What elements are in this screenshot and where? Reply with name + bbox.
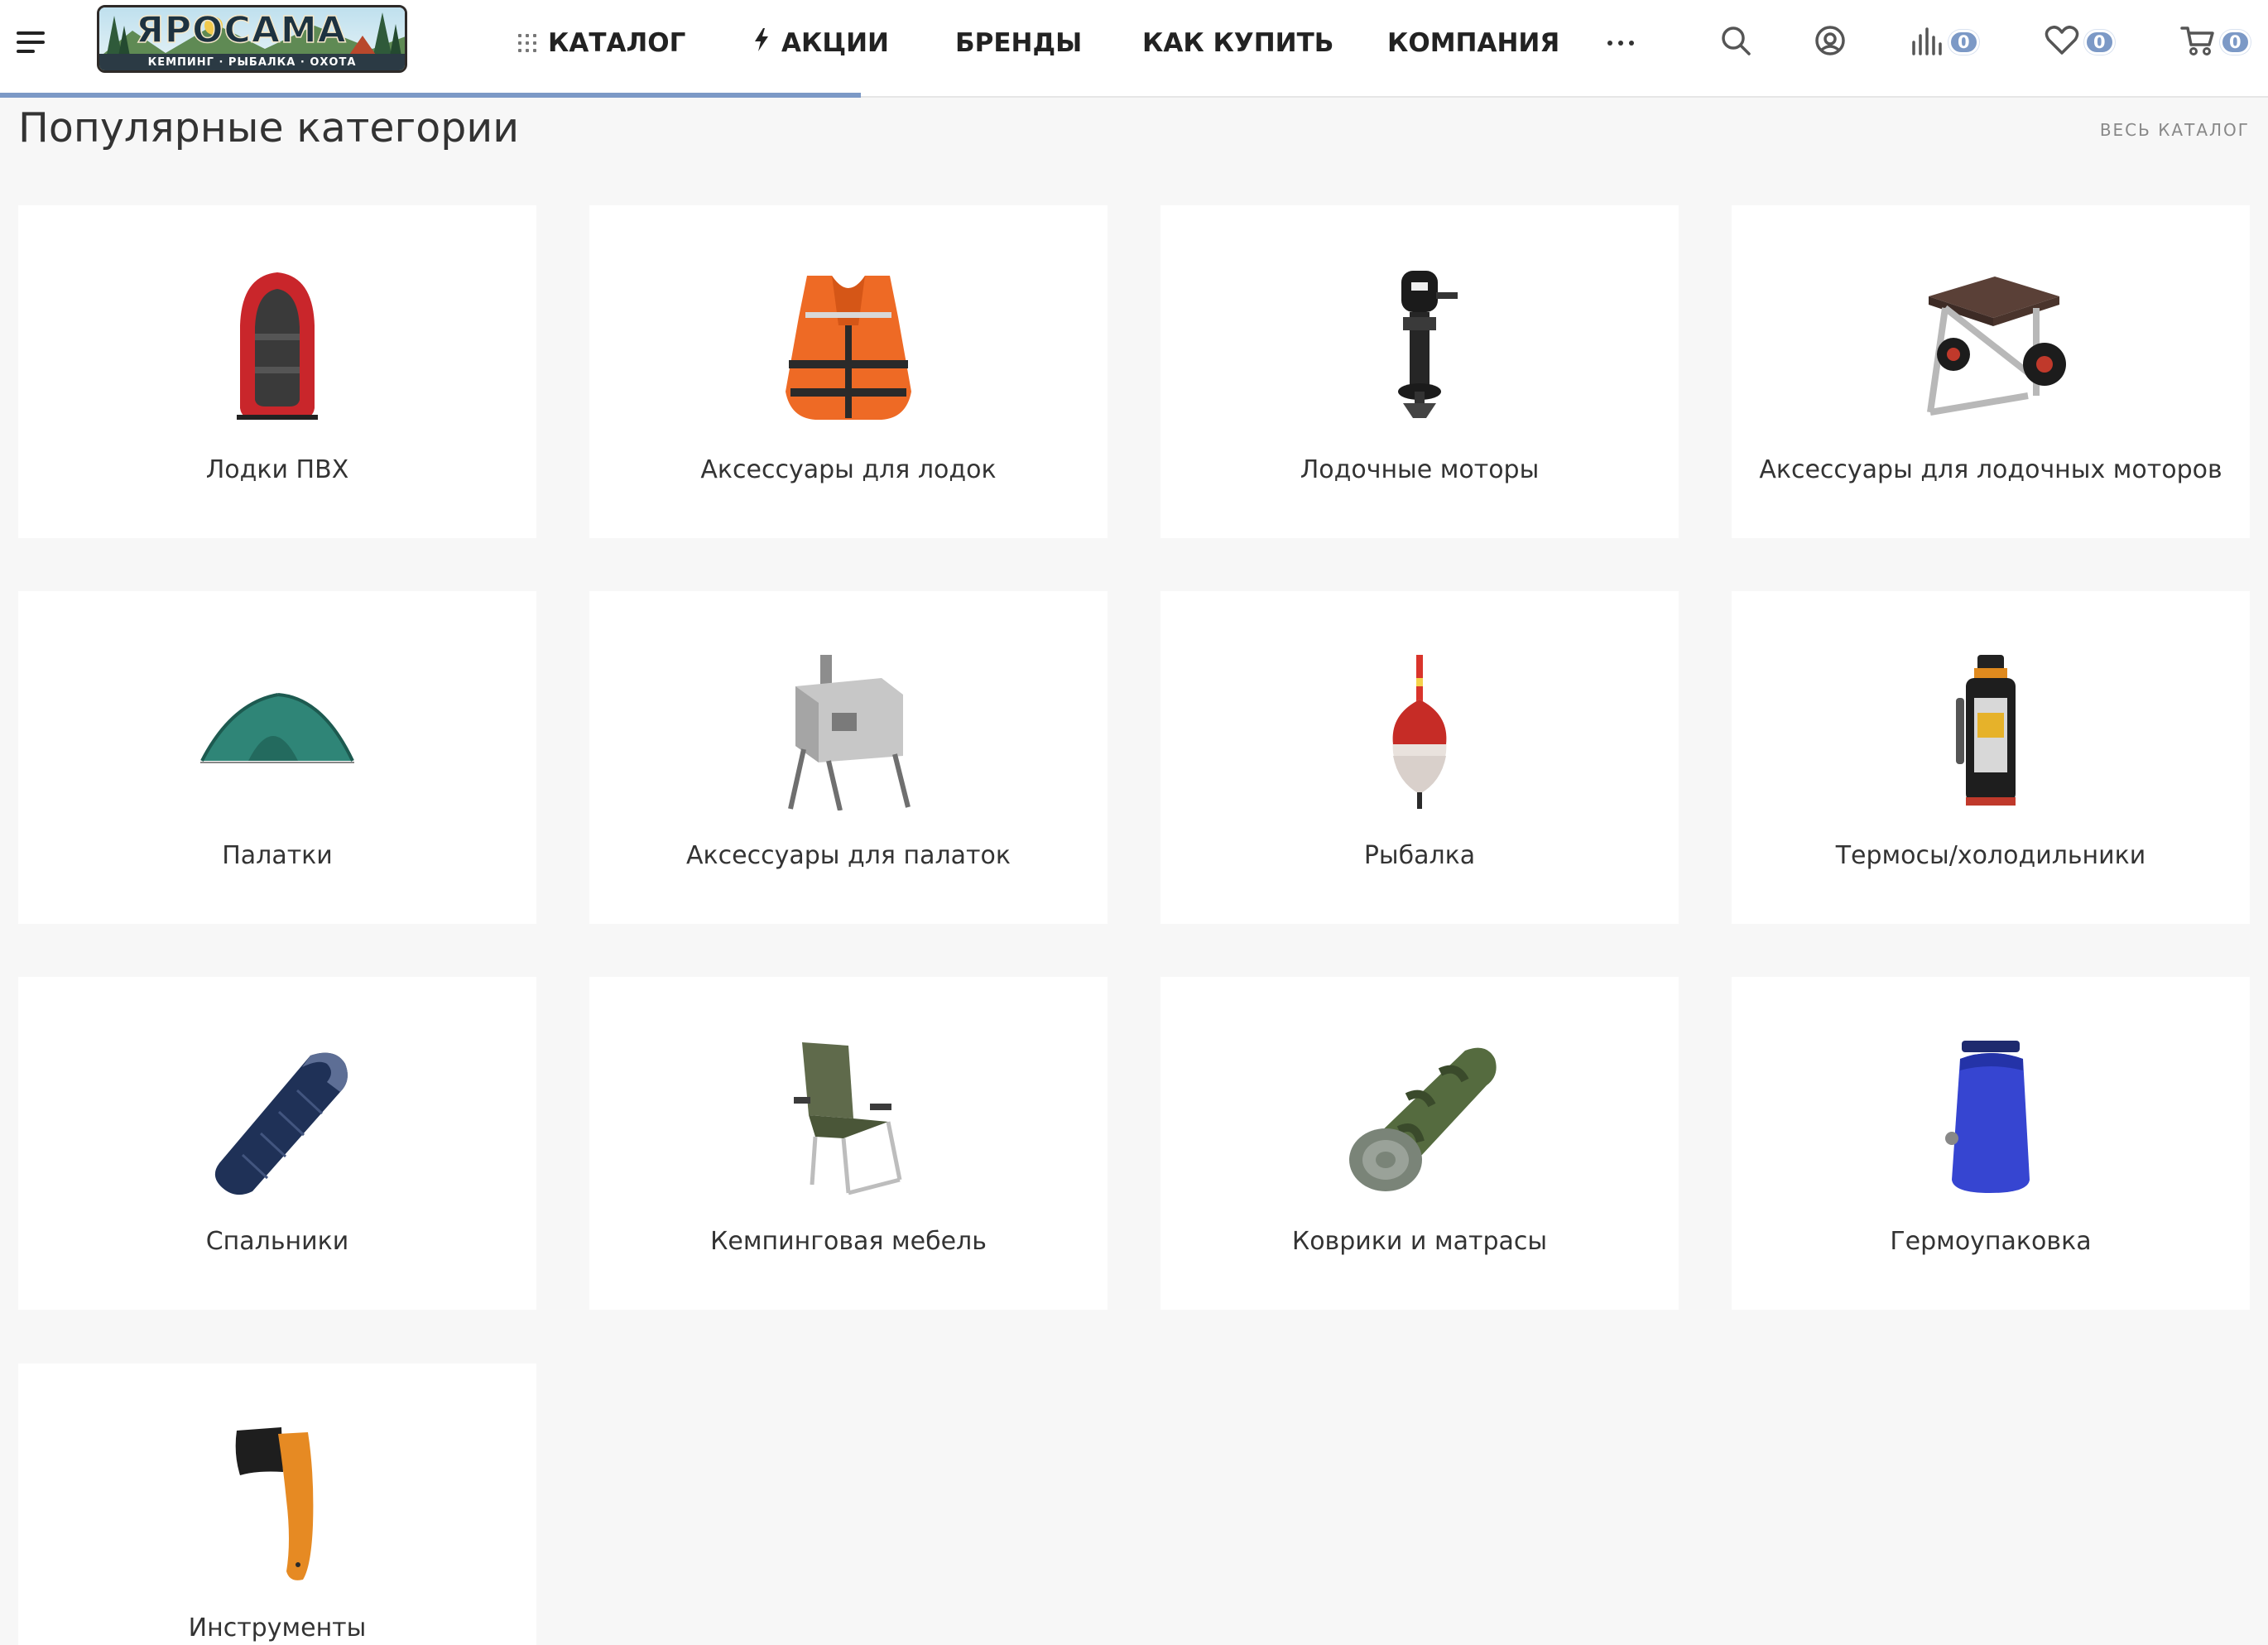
site-header: ЯРОСАМА КЕМПИНГ · РЫБАЛКА · ОХОТА КАТАЛО… bbox=[0, 0, 2268, 98]
camp-stove-icon bbox=[766, 649, 931, 815]
nav-brands-label: БРЕНДЫ bbox=[955, 28, 1083, 58]
nav-sales[interactable]: АКЦИИ bbox=[753, 23, 889, 63]
category-card[interactable]: Гермоупаковка bbox=[1732, 977, 2250, 1310]
nav-how-to-buy[interactable]: КАК КУПИТЬ bbox=[1142, 23, 1333, 63]
category-name: Гермоупаковка bbox=[1890, 1227, 2092, 1256]
page-load-progress bbox=[0, 93, 861, 98]
category-card[interactable]: Аксессуары для палаток bbox=[589, 591, 1108, 924]
outboard-motor-icon bbox=[1337, 263, 1502, 429]
nav-company-label: КОМПАНИЯ bbox=[1387, 28, 1560, 58]
category-card[interactable]: Лодки ПВХ bbox=[18, 205, 536, 538]
category-card[interactable]: Рыбалка bbox=[1160, 591, 1679, 924]
logo[interactable]: ЯРОСАМА КЕМПИНГ · РЫБАЛКА · ОХОТА bbox=[97, 5, 407, 73]
search-icon bbox=[1720, 25, 1751, 60]
search-button[interactable] bbox=[1720, 25, 1751, 60]
cart-button[interactable]: 0 bbox=[2180, 25, 2251, 60]
category-card[interactable]: Инструменты bbox=[18, 1364, 536, 1645]
category-card[interactable]: Палатки bbox=[18, 591, 536, 924]
menu-icon[interactable] bbox=[17, 31, 45, 53]
nav-company[interactable]: КОМПАНИЯ bbox=[1387, 23, 1559, 63]
sleeping-bag-icon bbox=[195, 1035, 360, 1200]
category-name: Лодочные моторы bbox=[1300, 455, 1540, 484]
nav-how-to-buy-label: КАК КУПИТЬ bbox=[1142, 28, 1334, 58]
grid-icon bbox=[518, 34, 536, 52]
favorites-button[interactable]: 0 bbox=[2045, 25, 2115, 60]
life-vest-icon bbox=[766, 263, 931, 429]
favorites-count-badge: 0 bbox=[2084, 30, 2115, 55]
axe-icon bbox=[195, 1421, 360, 1587]
cart-count-badge: 0 bbox=[2220, 30, 2251, 55]
category-name: Аксессуары для лодок bbox=[700, 455, 997, 484]
thermos-icon bbox=[1908, 649, 2073, 815]
category-card[interactable]: Спальники bbox=[18, 977, 536, 1310]
tent-icon bbox=[195, 649, 360, 815]
nav-catalog[interactable]: КАТАЛОГ bbox=[518, 23, 685, 63]
nav-more[interactable] bbox=[1607, 23, 1634, 63]
category-card[interactable]: Лодочные моторы bbox=[1160, 205, 1679, 538]
logo-subtitle: КЕМПИНГ · РЫБАЛКА · ОХОТА bbox=[147, 56, 357, 69]
category-name: Инструменты bbox=[188, 1614, 367, 1643]
compare-count-badge: 0 bbox=[1948, 30, 1979, 55]
category-card[interactable]: Термосы/холодильники bbox=[1732, 591, 2250, 924]
category-name: Аксессуары для палаток bbox=[686, 841, 1011, 870]
category-name: Кемпинговая мебель bbox=[710, 1227, 987, 1256]
category-card[interactable]: Коврики и матрасы bbox=[1160, 977, 1679, 1310]
compare-icon bbox=[1910, 26, 1944, 59]
inflatable-boat-icon bbox=[195, 263, 360, 429]
dry-bag-icon bbox=[1908, 1035, 2073, 1200]
nav-brands[interactable]: БРЕНДЫ bbox=[955, 23, 1082, 63]
category-card[interactable]: Аксессуары для лодок bbox=[589, 205, 1108, 538]
category-name: Спальники bbox=[205, 1227, 349, 1256]
logo-text: ЯРОСАМА bbox=[135, 8, 347, 52]
category-name: Термосы/холодильники bbox=[1835, 841, 2146, 870]
more-icon bbox=[1607, 41, 1634, 46]
fishing-float-icon bbox=[1337, 649, 1502, 815]
category-card[interactable]: Аксессуары для лодочных моторов bbox=[1732, 205, 2250, 538]
user-icon bbox=[1814, 25, 1846, 60]
sleeping-mat-icon bbox=[1337, 1035, 1502, 1200]
category-name: Лодки ПВХ bbox=[205, 455, 349, 484]
camping-chair-icon bbox=[766, 1035, 931, 1200]
lightning-icon bbox=[753, 28, 770, 58]
cart-icon bbox=[2180, 25, 2215, 60]
motor-trolley-icon bbox=[1908, 263, 2073, 429]
nav-catalog-label: КАТАЛОГ bbox=[548, 28, 686, 58]
all-catalog-link[interactable]: ВЕСЬ КАТАЛОГ bbox=[2100, 120, 2250, 140]
category-name: Палатки bbox=[222, 841, 333, 870]
nav-sales-label: АКЦИИ bbox=[781, 28, 889, 58]
account-button[interactable] bbox=[1814, 25, 1846, 60]
category-card[interactable]: Кемпинговая мебель bbox=[589, 977, 1108, 1310]
compare-button[interactable]: 0 bbox=[1910, 25, 1979, 60]
category-name: Рыбалка bbox=[1363, 841, 1476, 870]
page-title: Популярные категории bbox=[18, 104, 520, 152]
category-name: Коврики и матрасы bbox=[1291, 1227, 1548, 1256]
category-name: Аксессуары для лодочных моторов bbox=[1759, 455, 2222, 484]
heart-icon bbox=[2045, 26, 2079, 59]
